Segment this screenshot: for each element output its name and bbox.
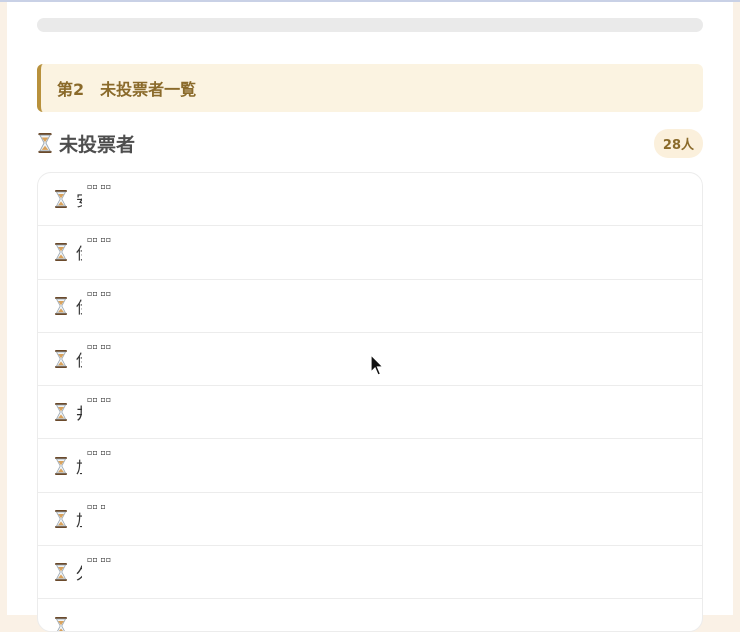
hourglass-icon: [38, 133, 52, 153]
voter-reading: ▫▫ ▫▫: [87, 288, 112, 298]
list-item: 加 ▫▫ ▫: [38, 493, 702, 547]
hourglass-icon: [55, 190, 67, 209]
voter-name: 伊: [76, 294, 82, 318]
voter-name: 加: [76, 454, 82, 478]
vote-progress-bar: [37, 18, 703, 32]
unvoted-title-group: 未投票者: [37, 130, 135, 157]
main-panel: 第2 未投票者一覧 未投票者 28人 安 ▫▫ ▫▫ 伊 ▫▫ ▫▫ 伊 ▫▫ ▫▫ 伊 ▫▫…: [7, 2, 733, 632]
voter-name: 伊: [76, 240, 82, 264]
list-item: 久 ▫▫ ▫▫: [38, 546, 702, 600]
hourglass-icon: [55, 563, 67, 582]
voter-reading: ▫▫ ▫▫: [87, 555, 112, 565]
hourglass-icon: [55, 243, 67, 262]
hourglass-icon: [55, 403, 67, 422]
mouse-pointer-icon: [370, 354, 385, 376]
hourglass-icon: [55, 616, 67, 631]
voter-reading: ▫▫ ▫▫: [87, 341, 112, 351]
hourglass-icon: [55, 296, 67, 315]
list-item: 安 ▫▫ ▫▫: [38, 173, 702, 227]
voter-name: 加: [76, 507, 82, 531]
unvoted-title: 未投票者: [59, 133, 136, 156]
section-title: 第2 未投票者一覧: [57, 80, 197, 99]
voter-name: 伊: [76, 347, 82, 371]
list-item: 伊 ▫▫ ▫▫: [38, 226, 702, 280]
voter-reading: ▫▫ ▫▫: [87, 448, 112, 458]
voter-reading: ▫▫ ▫▫: [87, 395, 112, 405]
hourglass-icon: [55, 456, 67, 475]
voter-reading: ▫▫ ▫▫: [87, 182, 112, 191]
list-item: [38, 599, 702, 631]
voter-name: 安: [76, 187, 82, 211]
hourglass-icon: [55, 350, 67, 369]
unvoted-header: 未投票者 28人: [37, 128, 703, 158]
unvoted-list: 安 ▫▫ ▫▫ 伊 ▫▫ ▫▫ 伊 ▫▫ ▫▫ 伊 ▫▫ ▫▫ 井 ▫▫ ▫▫ 加 ▫▫ ▫▫ 加 ▫▫ …: [37, 172, 703, 632]
list-item: 井 ▫▫ ▫▫: [38, 386, 702, 440]
section-header: 第2 未投票者一覧: [37, 64, 703, 112]
voter-reading: ▫▫ ▫: [87, 501, 106, 511]
voter-name: 井: [76, 400, 82, 424]
hourglass-icon: [55, 509, 67, 528]
list-item: 伊 ▫▫ ▫▫: [38, 280, 702, 333]
voter-reading: ▫▫ ▫▫: [87, 235, 112, 245]
voter-name: 久: [76, 560, 82, 584]
list-item: 加 ▫▫ ▫▫: [38, 439, 702, 493]
unvoted-count-badge: 28人: [653, 128, 703, 158]
